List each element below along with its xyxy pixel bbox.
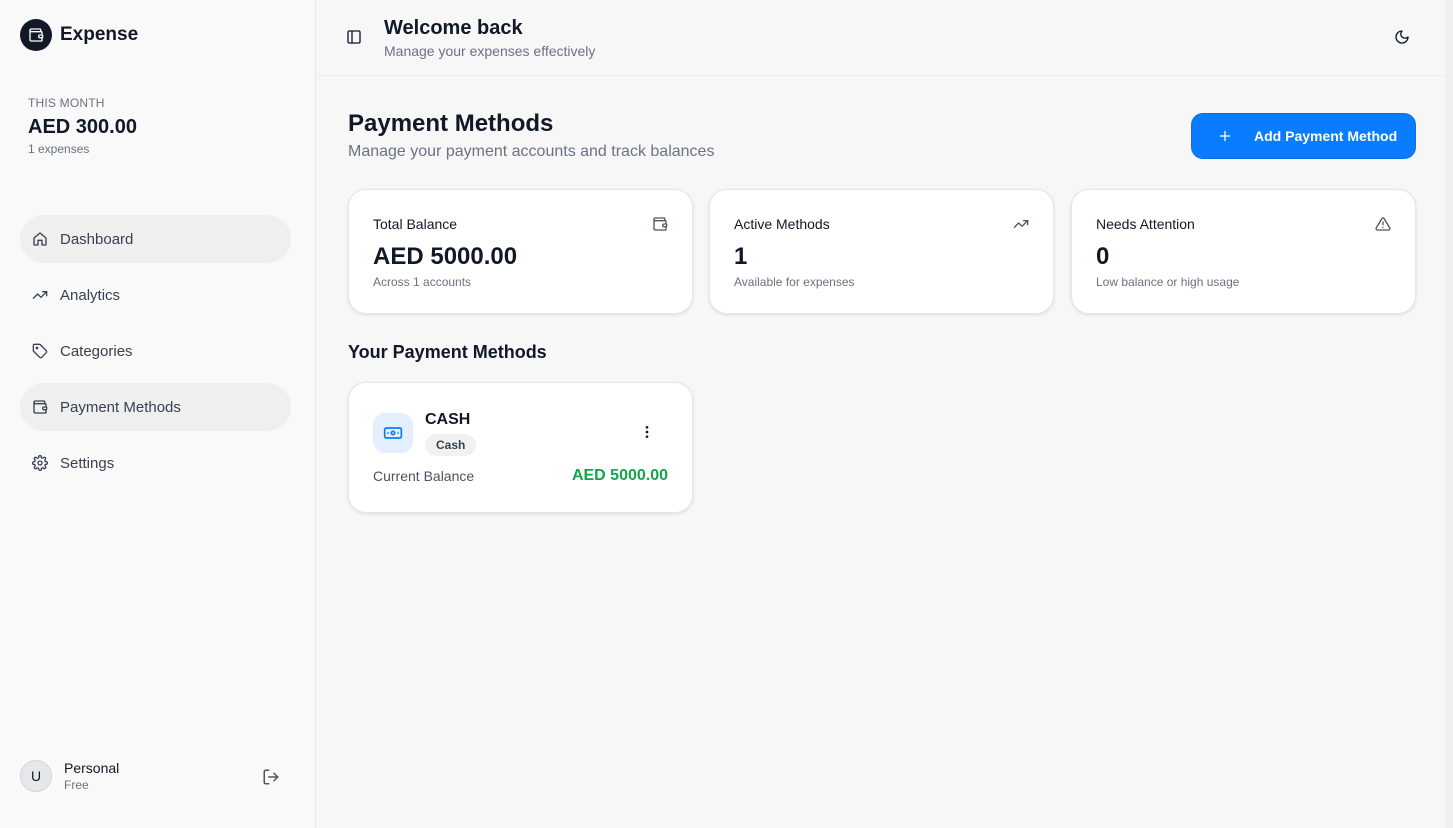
wallet-icon: [20, 19, 52, 51]
logout-icon[interactable]: [262, 768, 280, 786]
stat-note: Available for expenses: [734, 275, 855, 289]
sidebar-toggle-icon[interactable]: [346, 29, 362, 45]
stat-value: AED 5000.00: [373, 243, 518, 270]
payment-method-icon: [373, 413, 413, 453]
gear-icon: [32, 455, 48, 471]
sidebar-item-label: Analytics: [60, 286, 121, 304]
sidebar-item-categories[interactable]: Categories: [20, 327, 291, 375]
sidebar-item-dashboard[interactable]: Dashboard: [20, 215, 291, 263]
stat-label: Needs Attention: [1096, 216, 1195, 232]
sidebar-item-label: Categories: [60, 342, 133, 360]
brand-name: Expense: [60, 24, 139, 45]
page-subtitle: Manage your expenses effectively: [384, 43, 596, 59]
sidebar-item-label: Payment Methods: [60, 398, 181, 416]
balance-value: AED 5000.00: [571, 467, 668, 484]
payment-method-card[interactable]: CASH Cash Current Balance AED 5000.00: [348, 382, 693, 513]
stat-card-needs-attention: Needs Attention 0 Low balance or high us…: [1071, 189, 1416, 314]
stat-value: 0: [1096, 243, 1110, 270]
month-count: 1 expenses: [28, 142, 90, 156]
wallet-icon: [653, 217, 668, 231]
sidebar-item-label: Settings: [60, 454, 115, 472]
stat-note: Across 1 accounts: [373, 275, 472, 289]
sidebar-item-label: Dashboard: [60, 230, 134, 248]
payment-method-type-badge: Cash: [425, 434, 477, 456]
add-button-label: Add Payment Method: [1254, 128, 1398, 144]
add-payment-method-button[interactable]: Add Payment Method: [1191, 113, 1416, 159]
tag-icon: [32, 343, 48, 359]
user-plan: Free: [64, 778, 89, 792]
scrollbar[interactable]: [1445, 0, 1453, 828]
alert-triangle-icon: [1375, 217, 1391, 231]
trending-up-icon: [32, 291, 48, 299]
wallet-icon: [33, 400, 48, 414]
sidebar-item-analytics[interactable]: Analytics: [20, 271, 291, 319]
user-name: Personal: [64, 760, 120, 776]
section-title: Your Payment Methods: [348, 342, 547, 362]
stat-label: Active Methods: [734, 216, 830, 232]
welcome-block: Welcome back Manage your expenses effect…: [384, 17, 595, 59]
stat-card-active-methods: Active Methods 1 Available for expenses: [709, 189, 1054, 314]
stat-label: Total Balance: [373, 216, 458, 232]
payment-methods-subtitle: Manage your payment accounts and track b…: [348, 143, 715, 160]
month-summary: THIS MONTH AED 300.00 1 expenses: [28, 96, 137, 156]
plus-icon: [1219, 130, 1231, 142]
sidebar: Expense THIS MONTH AED 300.00 1 expenses…: [0, 0, 316, 828]
sidebar-nav: Dashboard Analytics Categories Payment M…: [20, 215, 291, 495]
stat-note: Low balance or high usage: [1096, 275, 1240, 289]
stat-card-total-balance: Total Balance AED 5000.00 Across 1 accou…: [348, 189, 693, 314]
sidebar-item-settings[interactable]: Settings: [20, 439, 291, 487]
user-profile: U Personal Free: [20, 760, 280, 792]
payment-method-name: CASH: [425, 411, 471, 428]
more-vertical-icon[interactable]: [639, 424, 655, 440]
trending-up-icon: [1013, 220, 1029, 228]
payment-methods-title: Payment Methods: [348, 110, 554, 137]
month-amount: AED 300.00: [28, 116, 137, 138]
avatar[interactable]: U: [20, 760, 52, 792]
balance-label: Current Balance: [373, 468, 475, 484]
month-label: THIS MONTH: [28, 96, 105, 110]
user-info: Personal Free: [64, 760, 119, 792]
page-title: Welcome back: [384, 17, 523, 39]
top-header: Welcome back Manage your expenses effect…: [316, 0, 1445, 76]
sidebar-item-payment-methods[interactable]: Payment Methods: [20, 383, 291, 431]
brand[interactable]: Expense: [20, 19, 138, 51]
moon-icon[interactable]: [1394, 29, 1410, 45]
home-icon: [33, 232, 47, 246]
stat-value: 1: [734, 243, 748, 270]
banknote-icon: [383, 427, 403, 439]
